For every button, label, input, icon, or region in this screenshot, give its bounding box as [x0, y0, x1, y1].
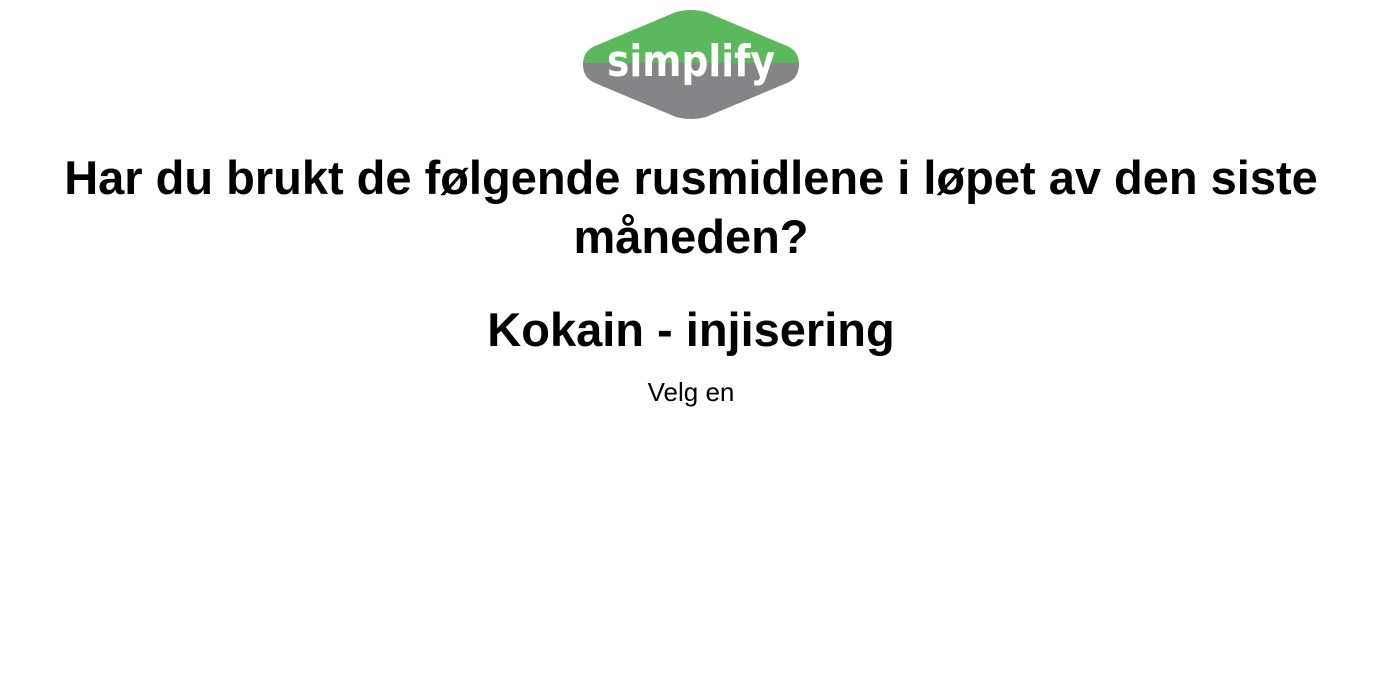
- question-title: Har du brukt de følgende rusmidlene i lø…: [64, 151, 1318, 263]
- survey-page: simplify Har du brukt de følgende rusmid…: [0, 0, 1382, 683]
- logo-wordmark: simplify: [607, 36, 775, 87]
- answer-instruction: Velg en: [647, 377, 735, 407]
- simplify-logo: simplify: [583, 10, 799, 119]
- simplify-logo-graphic: simplify: [583, 10, 799, 119]
- substance-heading: Kokain - injisering: [487, 303, 895, 356]
